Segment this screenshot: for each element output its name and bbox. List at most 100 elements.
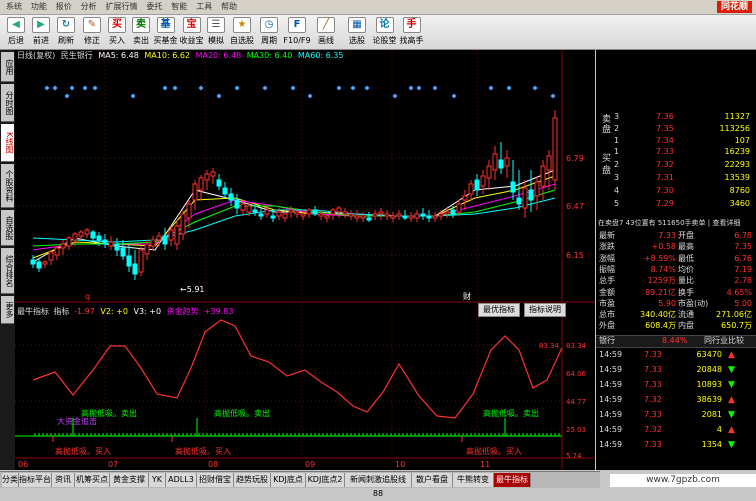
- stat-label: 流通: [678, 310, 694, 320]
- candle-body: [486, 165, 492, 179]
- bottom-tab[interactable]: 分类: [2, 473, 19, 487]
- f10-button[interactable]: F F10/F9: [283, 16, 311, 48]
- optimal-indicator-button[interactable]: 最优指标: [478, 303, 520, 317]
- bottom-tab[interactable]: 最牛指标: [494, 473, 531, 487]
- candle-body: [528, 189, 534, 201]
- candle-body: [198, 177, 204, 191]
- bottom-tab[interactable]: 资讯: [52, 473, 75, 487]
- bid-price: 7.33: [656, 147, 674, 156]
- candle-body: [450, 209, 456, 215]
- find-expert-button[interactable]: 手找高手: [398, 16, 425, 48]
- bottom-tab[interactable]: 牛熊转变: [453, 473, 494, 487]
- order-book-note[interactable]: 在卖盘7 43位置有 511650手卖单 | 查看详细: [598, 218, 740, 228]
- sector-name[interactable]: 银行: [599, 336, 615, 346]
- ask-volume: 107: [734, 136, 750, 145]
- menu-system[interactable]: 系统: [6, 0, 22, 14]
- buy-button[interactable]: 买买入: [105, 16, 129, 48]
- candle-body: [510, 181, 516, 193]
- watchlist-button[interactable]: ★ 自选股: [229, 16, 255, 48]
- earnings-treasure-button[interactable]: 宝收益宝: [178, 16, 205, 48]
- stat-value: 7.33: [658, 231, 676, 240]
- candle-body: [90, 231, 96, 239]
- tick-volume: 63470: [696, 350, 722, 359]
- forward-button[interactable]: ▶ 前进: [29, 16, 53, 48]
- sell-button[interactable]: 卖卖出: [129, 16, 153, 48]
- candle-body: [546, 155, 552, 171]
- candle-body: [330, 209, 336, 215]
- candle-body: [156, 235, 162, 241]
- tab-more[interactable]: 更多: [1, 296, 14, 324]
- candle-body: [252, 209, 258, 213]
- candle-body: [348, 213, 354, 217]
- bid-volume: 13539: [724, 173, 750, 182]
- menu-quote[interactable]: 报价: [56, 0, 72, 14]
- bottom-tab[interactable]: KDJ底点: [271, 473, 306, 487]
- tab-apps[interactable]: 应用: [1, 52, 14, 82]
- bottom-tab[interactable]: ADLL3: [166, 473, 197, 487]
- indicator-diff: -1.97: [74, 307, 95, 316]
- bid-volume: 16239: [724, 147, 750, 156]
- indicator-name[interactable]: 最牛指标: [17, 307, 49, 316]
- bid-level: 2: [614, 160, 620, 169]
- candle-body: [504, 157, 510, 167]
- stat-value: 4.65%: [726, 287, 752, 297]
- menu-analysis[interactable]: 分析: [81, 0, 97, 14]
- buy-fund-button[interactable]: 基买基金: [152, 16, 179, 48]
- back-icon: ◀: [7, 17, 25, 33]
- candle-body: [456, 203, 462, 213]
- candle-body: [228, 193, 234, 201]
- draw-line-button[interactable]: ╱ 画线: [314, 16, 338, 48]
- draw-line-icon: ╱: [317, 17, 335, 33]
- revise-button[interactable]: ✎ 修正: [80, 16, 104, 48]
- stat-label: 量比: [678, 276, 694, 286]
- tab-stock-info[interactable]: 个股资料: [1, 164, 14, 208]
- sector-bar: 银行 8.44% 同行业比较: [596, 335, 756, 348]
- kline-chart-area[interactable]: 6.79 6.47 6.15 ←5.91 q 财 83.34 83.34 64.…: [15, 50, 595, 470]
- tab-kline[interactable]: K线图: [1, 124, 14, 162]
- menu-trade[interactable]: 委托: [146, 0, 162, 14]
- refresh-button[interactable]: ↻ 刷新: [54, 16, 78, 48]
- cycle-label[interactable]: 日线(复权): [17, 51, 55, 60]
- date-tick: 07: [108, 460, 118, 469]
- bottom-tab[interactable]: 新闻刺激追股线88: [345, 473, 412, 498]
- forum-button[interactable]: 论论股堂: [371, 16, 398, 48]
- bottom-tab[interactable]: 黄金支撑: [110, 473, 149, 487]
- indicator-desc-button[interactable]: 指标说明: [524, 303, 566, 317]
- bottom-tab[interactable]: 机筹买点: [75, 473, 110, 487]
- bottom-tab[interactable]: 指标平台: [19, 473, 52, 487]
- bottom-tab[interactable]: KDJ底点2: [306, 473, 345, 487]
- forward-icon: ▶: [32, 17, 50, 33]
- treasure-icon: 宝: [182, 17, 201, 33]
- back-button[interactable]: ◀ 后退: [4, 16, 28, 48]
- bottom-tab[interactable]: 散户看盘: [412, 473, 453, 487]
- tick-volume: 20848: [696, 365, 722, 374]
- tab-watchlist[interactable]: 自选股: [1, 210, 14, 246]
- menu-function[interactable]: 功能: [31, 0, 47, 14]
- candle-body: [318, 213, 324, 217]
- candle-body: [372, 213, 378, 217]
- tick-time: 14:59: [599, 410, 623, 419]
- bottom-tab[interactable]: 趋势玩股: [234, 473, 271, 487]
- stock-picker-button[interactable]: ▦ 选股: [345, 16, 369, 48]
- menu-tools[interactable]: 工具: [196, 0, 212, 14]
- menu-help[interactable]: 帮助: [221, 0, 237, 14]
- indicator-funds: 资金趋势: +39.83: [166, 307, 234, 316]
- tick-price: 7.32: [644, 425, 662, 434]
- tab-intraday[interactable]: 分时图: [1, 84, 14, 122]
- ask-price: 7.35: [656, 124, 674, 133]
- cycle-button[interactable]: ◷ 周期: [257, 16, 281, 48]
- simulate-button[interactable]: ☰ 模拟: [204, 16, 228, 48]
- candle-body: [174, 225, 180, 245]
- tab-ranking[interactable]: 综合排名: [1, 248, 14, 294]
- peer-compare-link[interactable]: 同行业比较: [704, 336, 744, 346]
- bottom-tab[interactable]: YK: [149, 473, 166, 487]
- menu-extended-quote[interactable]: 扩展行情: [106, 0, 138, 14]
- menu-smart[interactable]: 智能: [171, 0, 187, 14]
- bottom-tab[interactable]: 招财借宝: [197, 473, 234, 487]
- stat-value: 8.74%: [650, 264, 676, 274]
- indicator-v2: V2: +0: [100, 307, 128, 316]
- candle-body: [306, 209, 312, 215]
- fund-icon: 基: [156, 17, 175, 33]
- candle-body: [246, 205, 252, 213]
- bid-volume: 8760: [729, 186, 750, 195]
